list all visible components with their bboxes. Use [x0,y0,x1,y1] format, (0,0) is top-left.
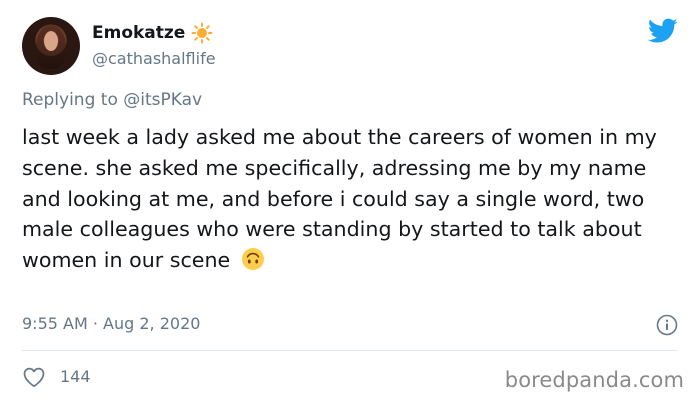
display-name[interactable]: Emokatze [92,22,216,44]
sun-icon [191,22,213,44]
reply-mention-link[interactable]: @itsPKav [123,90,202,110]
display-name-text[interactable]: Emokatze [92,23,185,43]
watermark: boredpanda.com [504,368,684,392]
tweet-body: last week a lady asked me about the care… [22,125,657,273]
tweet-text: last week a lady asked me about the care… [22,122,687,276]
twitter-bird-icon[interactable] [648,18,678,44]
avatar[interactable] [22,17,80,75]
like-action[interactable]: 144 [22,366,91,388]
avatar-face [44,31,58,51]
info-icon[interactable] [656,314,678,336]
heart-icon[interactable] [22,366,46,388]
divider [22,350,678,351]
author-block: Emokatze @cathashalflife [92,22,216,69]
replying-to-line: Replying to @itsPKav [22,90,202,110]
upside-down-face-emoji [241,248,264,271]
author-handle[interactable]: @cathashalflife [92,49,216,69]
tweet-timestamp[interactable]: 9:55 AM · Aug 2, 2020 [22,314,200,334]
like-count: 144 [60,367,91,386]
replying-to-prefix: Replying to [22,90,118,110]
